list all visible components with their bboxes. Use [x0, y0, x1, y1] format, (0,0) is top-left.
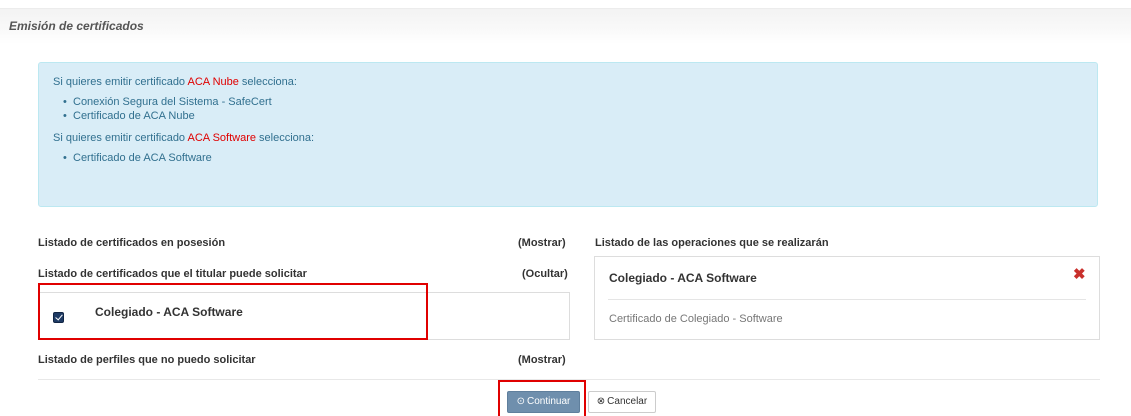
- bullet-icon: •: [63, 96, 67, 108]
- operation-divider: [608, 299, 1086, 300]
- bullet-icon: •: [63, 110, 67, 122]
- info-nube-list: • Conexión Segura del Sistema - SafeCert …: [63, 95, 1083, 123]
- unavailable-profiles-toggle[interactable]: (Mostrar): [518, 354, 566, 366]
- info-software-item: Certificado de ACA Software: [73, 152, 212, 164]
- owned-certificates-toggle[interactable]: (Mostrar): [518, 237, 566, 249]
- requestable-certificates-toggle[interactable]: (Ocultar): [522, 268, 568, 280]
- highlight-frame-certificate: [38, 283, 428, 340]
- info-software-prefix: Si quieres emitir certificado: [53, 132, 188, 144]
- list-item: • Conexión Segura del Sistema - SafeCert: [63, 95, 1083, 109]
- page-header: Emisión de certificados: [0, 8, 1131, 44]
- info-alert: Si quieres emitir certificado ACA Nube s…: [38, 62, 1098, 207]
- operations-label: Listado de las operaciones que se realiz…: [595, 237, 829, 249]
- close-icon[interactable]: ✖: [1073, 267, 1087, 282]
- bullet-icon: •: [63, 152, 67, 164]
- cancel-button[interactable]: ⊗ Cancelar: [588, 391, 656, 413]
- list-item: • Certificado de ACA Nube: [63, 109, 1083, 123]
- requestable-certificates-label: Listado de certificados que el titular p…: [38, 268, 307, 280]
- info-nube-line: Si quieres emitir certificado ACA Nube s…: [53, 73, 1083, 91]
- info-nube-item: Conexión Segura del Sistema - SafeCert: [73, 96, 272, 108]
- operation-title: Colegiado - ACA Software: [609, 271, 757, 285]
- operation-subtitle: Certificado de Colegiado - Software: [609, 313, 783, 325]
- info-software-suffix: selecciona:: [255, 132, 315, 144]
- unavailable-profiles-label: Listado de perfiles que no puedo solicit…: [38, 354, 256, 366]
- circle-arrow-right-icon: ⊙: [516, 396, 526, 407]
- page-title: Emisión de certificados: [9, 19, 144, 33]
- info-software-list: • Certificado de ACA Software: [63, 151, 1083, 165]
- cancel-button-label: Cancelar: [607, 396, 648, 407]
- info-nube-prefix: Si quieres emitir certificado: [53, 76, 188, 88]
- operations-list: [594, 256, 1100, 340]
- info-software-line: Si quieres emitir certificado ACA Softwa…: [53, 129, 1083, 147]
- info-software-highlight: ACA Software: [187, 132, 256, 144]
- circle-x-icon: ⊗: [596, 396, 606, 407]
- continue-button-label: Continuar: [527, 396, 571, 407]
- owned-certificates-label: Listado de certificados en posesión: [38, 237, 226, 249]
- continue-button[interactable]: ⊙ Continuar: [507, 391, 580, 413]
- list-item: • Certificado de ACA Software: [63, 151, 1083, 165]
- info-nube-item: Certificado de ACA Nube: [73, 110, 195, 122]
- info-nube-suffix: selecciona:: [238, 76, 297, 88]
- info-nube-highlight: ACA Nube: [187, 76, 239, 88]
